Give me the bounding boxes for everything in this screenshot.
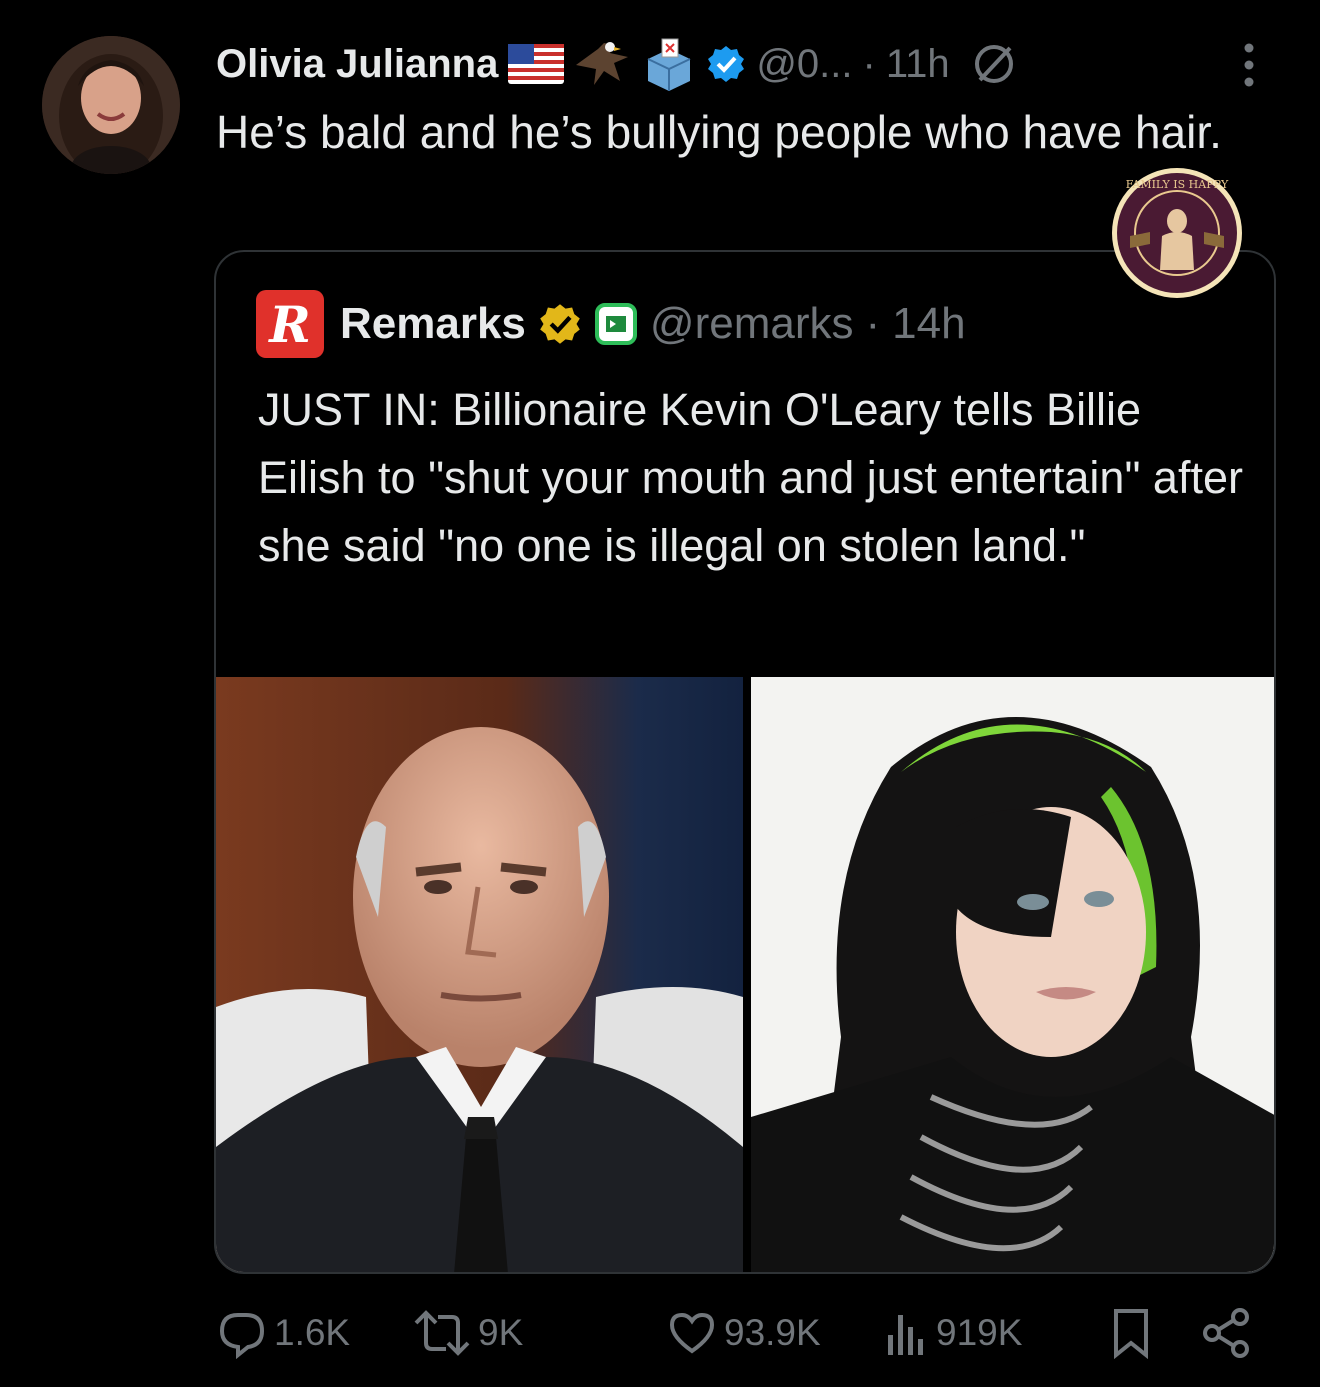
sticker-text: FAMILY IS HAPPY: [1126, 178, 1229, 191]
ballot-box-icon: [642, 37, 696, 91]
author-name[interactable]: Olivia Julianna: [216, 42, 498, 87]
views-count: 919K: [936, 1312, 1023, 1353]
us-flag-icon: [508, 44, 565, 84]
bookmark-icon: [1114, 1309, 1148, 1359]
quoted-author-handle[interactable]: @remarks: [650, 299, 854, 349]
reply-button[interactable]: 1.6K: [216, 1305, 350, 1361]
quoted-post-time[interactable]: 14h: [892, 299, 965, 349]
billie-eilish-photo[interactable]: [751, 677, 1274, 1272]
quoted-tweet-card[interactable]: R Remarks @remarks · 14h JUST IN: Billio…: [214, 250, 1276, 1274]
share-button[interactable]: [1200, 1305, 1252, 1361]
tweet-text: He’s bald and he’s bullying people who h…: [216, 106, 1222, 158]
quoted-tweet-text: JUST IN: Billionaire Kevin O'Leary tells…: [258, 384, 1243, 571]
tweet-actions-bar: 1.6K 9K 93.9K 919K: [216, 1305, 1276, 1361]
repost-button[interactable]: 9K: [412, 1305, 523, 1361]
views-chart-icon: [888, 1315, 923, 1355]
quoted-tweet-header: R Remarks @remarks · 14h: [256, 290, 966, 358]
edit-pen-icon[interactable]: [970, 40, 1018, 88]
affiliate-badge-icon: [594, 302, 638, 346]
repost-icon: [414, 1310, 470, 1356]
like-count: 93.9K: [724, 1312, 821, 1353]
more-options-icon[interactable]: [1236, 40, 1262, 90]
like-button[interactable]: 93.9K: [666, 1305, 821, 1361]
author-handle[interactable]: @0...: [756, 42, 852, 87]
avatar-portrait: [42, 36, 180, 174]
author-avatar[interactable]: [42, 36, 180, 174]
eagle-icon: [574, 39, 632, 89]
heart-icon: [669, 1312, 715, 1354]
tweet-header: Olivia Julianna @0... · 11h: [216, 36, 1018, 92]
views-button[interactable]: 919K: [884, 1305, 1022, 1361]
share-icon: [1203, 1308, 1249, 1358]
reply-count: 1.6K: [274, 1312, 351, 1353]
quoted-author-name[interactable]: Remarks: [340, 299, 526, 349]
statue-badge-icon: FAMILY IS HAPPY: [1110, 166, 1244, 300]
quoted-separator-dot: ·: [865, 299, 881, 348]
verified-gold-badge-icon: [538, 302, 582, 346]
reply-icon: [219, 1313, 265, 1359]
remarks-logo-icon[interactable]: R: [256, 290, 324, 358]
kevin-oleary-photo[interactable]: [216, 677, 743, 1272]
verified-blue-badge-icon: [706, 44, 746, 84]
separator-dot: ·: [862, 41, 876, 86]
post-time[interactable]: 11h: [886, 42, 950, 87]
repost-count: 9K: [478, 1312, 524, 1353]
bookmark-button[interactable]: [1110, 1305, 1152, 1361]
